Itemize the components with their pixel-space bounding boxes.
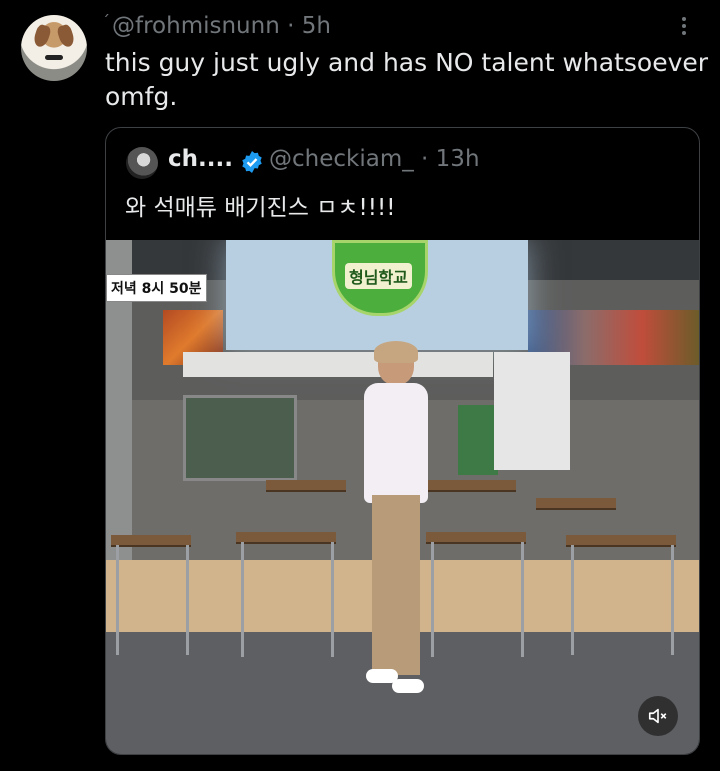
header-separator: · [279,13,302,39]
performer [356,341,436,695]
performer-pants [372,495,420,675]
quoted-separator: · [413,146,436,172]
tweet-text: this guy just ugly and has NO talent wha… [105,46,710,114]
user-avatar[interactable] [21,15,87,81]
tweet-header: @frohmisnunn · 5h [112,13,331,39]
broadcast-time-tag: 저녁 8시 50분 [106,274,207,302]
chalkboard [183,395,297,481]
desk [426,480,516,492]
performer-hair [374,341,418,363]
white-panel [494,352,570,470]
desk [536,498,616,510]
desk [266,480,346,492]
desk-leg [671,545,674,655]
desk-leg [241,542,244,657]
quoted-timestamp[interactable]: 13h [436,146,480,172]
quoted-user-avatar[interactable] [126,147,158,179]
desk-leg [571,545,574,655]
studio-screen: 형님학교 [226,240,528,350]
tweet-text-line: this guy just ugly and has NO talent wha… [105,48,709,77]
desk [566,535,676,547]
volume-muted-icon [648,708,667,724]
desk-leg [521,542,524,657]
desk-leg [116,545,119,655]
quoted-handle-line: @checkiam_ · 13h [269,146,480,172]
avatar-ear [31,23,53,49]
avatar-ear [55,23,77,49]
tweet-text-line: omfg. [105,82,178,111]
verified-badge-icon [242,151,262,173]
show-logo: 형님학교 [332,240,428,316]
desk [111,535,191,547]
mute-button[interactable] [638,696,678,736]
performer-shoe [392,679,424,693]
set-top-wall [183,352,493,377]
user-handle[interactable]: @frohmisnunn [112,13,280,39]
tweet-timestamp[interactable]: 5h [302,13,331,39]
desk [236,532,336,544]
performer-shirt [364,383,428,503]
more-options-icon[interactable] [676,14,692,40]
desk-leg [331,542,334,657]
show-logo-text: 형님학교 [345,263,412,289]
video-player[interactable]: 형님학교 저녁 8시 50분 [106,240,699,754]
avatar-collar [45,55,63,60]
accent-mark: ˊ [102,12,110,31]
green-door [458,405,498,475]
quoted-tweet-text: 와 석매튜 배기진스 ㅁㅊ!!!! [125,195,396,221]
quoted-display-name[interactable]: ch.... [168,146,233,172]
desk [426,532,526,544]
desk-leg [186,545,189,655]
quoted-handle[interactable]: @checkiam_ [269,146,414,172]
quoted-tweet-card[interactable]: ch.... @checkiam_ · 13h 와 석매튜 배기진스 ㅁㅊ!!!… [105,127,700,755]
